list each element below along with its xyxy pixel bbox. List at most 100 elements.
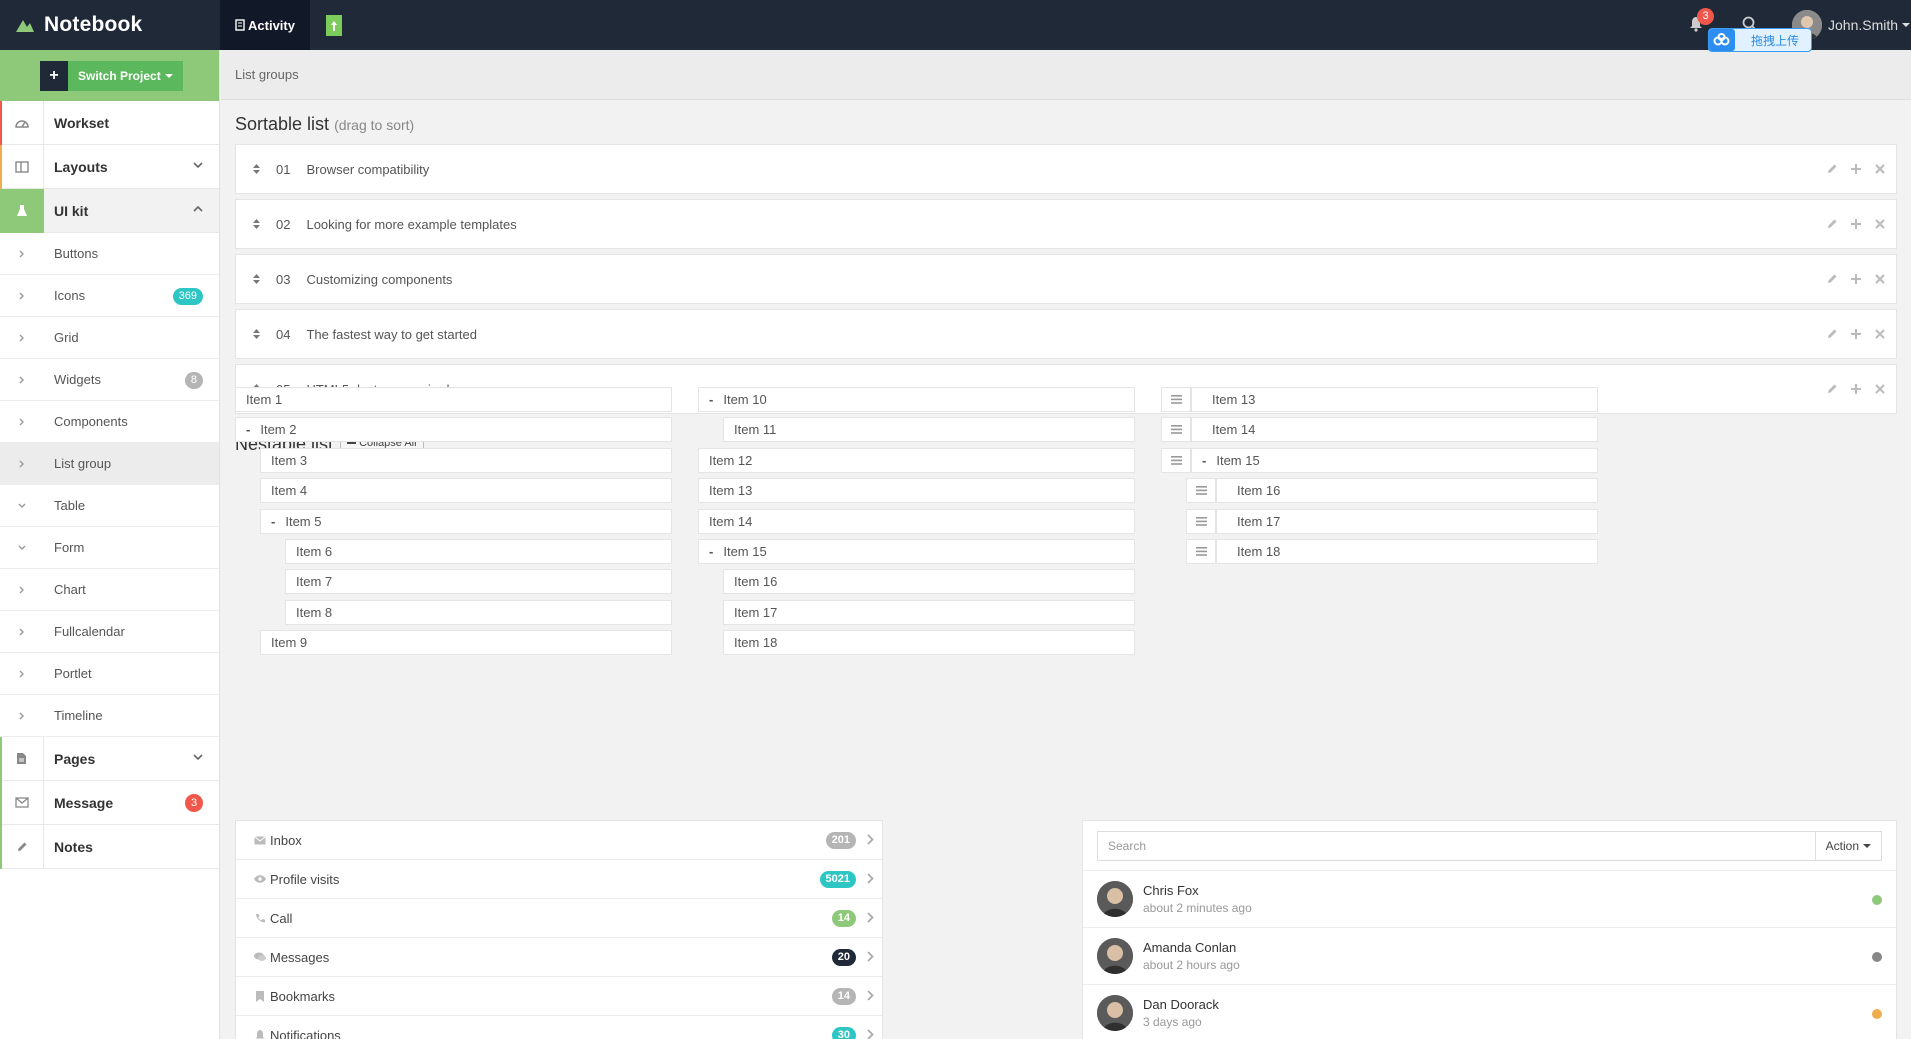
nestable-item[interactable]: Item 14 (1191, 417, 1598, 443)
counter-list-item[interactable]: Notifications 30 (236, 1016, 882, 1039)
counter-list-item[interactable]: Profile visits 5021 (236, 860, 882, 899)
sidebar-subitem[interactable]: Form (0, 527, 219, 569)
sort-handle-icon[interactable] (236, 164, 276, 174)
sidebar-subitem[interactable]: Grid (0, 317, 219, 359)
drag-handle-icon[interactable] (1161, 447, 1191, 473)
contact-item[interactable]: Dan Doorack 3 days ago (1083, 985, 1896, 1039)
item-color-bar (0, 145, 2, 189)
upload-arrow-button[interactable] (326, 15, 342, 36)
collapse-toggle[interactable]: - (1202, 453, 1206, 468)
nestable-item[interactable]: Item 12 (698, 447, 1135, 473)
close-icon[interactable] (1874, 273, 1886, 285)
close-icon[interactable] (1874, 218, 1886, 230)
sidebar-item-label: Workset (54, 114, 109, 131)
collapse-toggle[interactable]: - (709, 392, 713, 407)
sidebar-subitem[interactable]: Fullcalendar (0, 611, 219, 653)
collapse-toggle[interactable]: - (709, 544, 713, 559)
switch-project-area: + Switch Project (0, 50, 219, 101)
plus-icon[interactable] (1850, 273, 1862, 285)
nestable-item[interactable]: Item 7 (285, 569, 672, 595)
counter-list-item[interactable]: Call 14 (236, 899, 882, 938)
drag-handle-icon[interactable] (1186, 539, 1216, 564)
nestable-item[interactable]: - Item 15 (698, 539, 1135, 564)
nestable-item[interactable]: Item 9 (260, 630, 672, 656)
sort-handle-icon[interactable] (236, 274, 276, 284)
counter-list-item[interactable]: Bookmarks 14 (236, 977, 882, 1016)
sidebar-subitem[interactable]: List group (0, 443, 219, 485)
sidebar-item-layouts[interactable]: Layouts (0, 144, 219, 189)
nestable-item[interactable]: - Item 15 (1191, 447, 1598, 473)
counter-list-item[interactable]: Inbox 201 (236, 821, 882, 860)
nestable-item[interactable]: Item 16 (723, 569, 1135, 595)
sidebar-item-pages[interactable]: Pages (0, 736, 219, 781)
nestable-item[interactable]: - Item 10 (698, 387, 1135, 412)
nestable-item[interactable]: Item 13 (698, 478, 1135, 504)
nestable-item[interactable]: Item 14 (698, 508, 1135, 534)
pencil-icon[interactable] (1826, 218, 1838, 230)
plus-icon[interactable] (1850, 383, 1862, 395)
collapse-toggle[interactable]: - (271, 514, 275, 529)
sidebar-subitem[interactable]: Chart (0, 569, 219, 611)
nestable-item[interactable]: Item 17 (1216, 508, 1598, 534)
collapse-toggle[interactable]: - (246, 422, 250, 437)
sort-handle-icon[interactable] (236, 219, 276, 229)
sortable-item[interactable]: 01 Browser compatibility (235, 144, 1897, 194)
close-icon[interactable] (1874, 163, 1886, 175)
pencil-icon[interactable] (1826, 383, 1838, 395)
nestable-item[interactable]: Item 18 (1216, 539, 1598, 564)
sortable-hint: (drag to sort) (334, 117, 415, 133)
tab-activity[interactable]: Activity (220, 0, 310, 50)
switch-project-button[interactable]: + Switch Project (40, 60, 183, 91)
sort-handle-icon[interactable] (236, 329, 276, 339)
close-icon[interactable] (1874, 383, 1886, 395)
plus-icon[interactable] (1850, 328, 1862, 340)
drag-upload-widget[interactable]: 拖拽上传 (1708, 28, 1812, 52)
sidebar-subitem[interactable]: Buttons (0, 233, 219, 275)
sortable-item[interactable]: 03 Customizing components (235, 254, 1897, 304)
sidebar-subitem[interactable]: Icons 369 (0, 275, 219, 317)
nestable-item[interactable]: Item 4 (260, 478, 672, 504)
sidebar-subitem[interactable]: Portlet (0, 653, 219, 695)
nestable-item[interactable]: Item 16 (1216, 478, 1598, 504)
nestable-item[interactable]: Item 8 (285, 599, 672, 625)
sidebar-subitem[interactable]: Widgets 8 (0, 359, 219, 401)
sidebar-subitem[interactable]: Table (0, 485, 219, 527)
counter-list-item[interactable]: Messages 20 (236, 938, 882, 977)
contact-item[interactable]: Amanda Conlan about 2 hours ago (1083, 928, 1896, 985)
cloud-icon (1709, 29, 1735, 51)
pencil-icon[interactable] (1826, 273, 1838, 285)
nestable-item[interactable]: Item 17 (723, 599, 1135, 625)
nestable-item[interactable]: - Item 2 (235, 417, 672, 443)
nestable-item[interactable]: Item 6 (285, 539, 672, 564)
nestable-item[interactable]: - Item 5 (260, 508, 672, 534)
contacts-search-input[interactable]: Search (1097, 830, 1816, 861)
drag-handle-icon[interactable] (1186, 508, 1216, 534)
brand[interactable]: Notebook (0, 0, 220, 50)
chevron-right-icon (0, 670, 44, 678)
plus-icon[interactable] (1850, 218, 1862, 230)
drag-handle-icon[interactable] (1161, 417, 1191, 443)
chevron-right-icon (867, 990, 874, 1001)
drag-handle-icon[interactable] (1186, 478, 1216, 504)
sidebar-item-ui-kit[interactable]: UI kit (0, 188, 219, 233)
sortable-item[interactable]: 02 Looking for more example templates (235, 199, 1897, 249)
drag-handle-icon[interactable] (1161, 387, 1191, 412)
sidebar-item-message[interactable]: Message 3 (0, 780, 219, 825)
pencil-icon[interactable] (1826, 163, 1838, 175)
sidebar-item-workset[interactable]: Workset (0, 100, 219, 145)
action-dropdown-button[interactable]: Action (1815, 830, 1882, 861)
plus-icon[interactable] (1850, 163, 1862, 175)
nestable-item[interactable]: Item 3 (260, 447, 672, 473)
close-icon[interactable] (1874, 328, 1886, 340)
pencil-icon[interactable] (1826, 328, 1838, 340)
sidebar-subitem-label: Fullcalendar (54, 624, 125, 639)
nestable-item[interactable]: Item 13 (1191, 387, 1598, 412)
nestable-item[interactable]: Item 1 (235, 387, 672, 412)
nestable-item[interactable]: Item 11 (723, 417, 1135, 443)
contact-item[interactable]: Chris Fox about 2 minutes ago (1083, 871, 1896, 928)
sidebar-item-notes[interactable]: Notes (0, 824, 219, 869)
sidebar-subitem[interactable]: Components (0, 401, 219, 443)
sidebar-subitem[interactable]: Timeline (0, 695, 219, 737)
nestable-item[interactable]: Item 18 (723, 630, 1135, 656)
sortable-item[interactable]: 04 The fastest way to get started (235, 309, 1897, 359)
